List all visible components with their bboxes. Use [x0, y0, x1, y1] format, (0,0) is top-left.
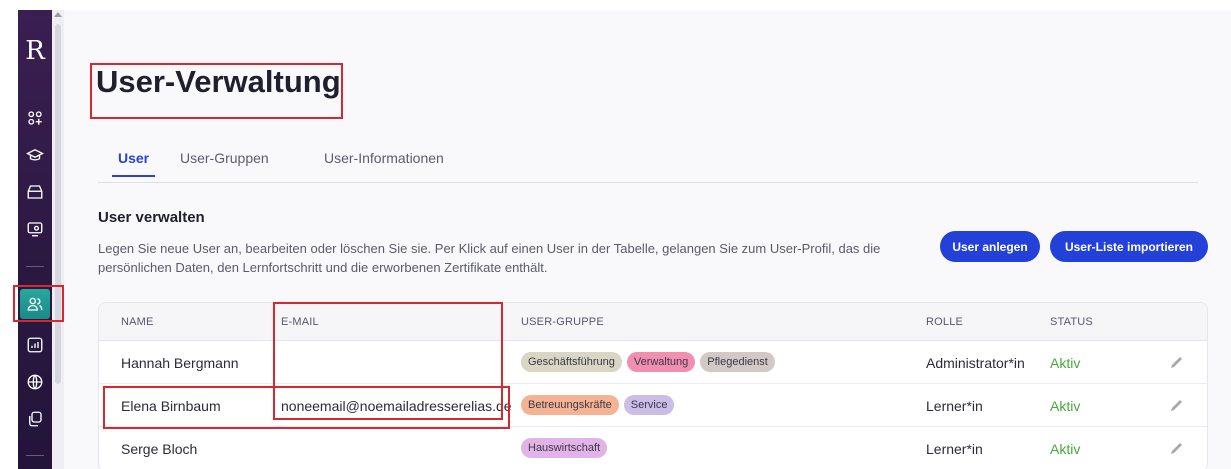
edit-pencil-icon[interactable]	[1169, 354, 1185, 370]
app-logo: R	[25, 36, 45, 66]
column-header-group[interactable]: USER-GRUPPE	[521, 316, 604, 328]
import-user-list-button[interactable]: User-Liste importieren	[1050, 231, 1208, 262]
archive-box-icon[interactable]	[23, 180, 47, 204]
user-status: Aktiv	[1050, 441, 1081, 457]
tab-user-groups[interactable]: User-Gruppen	[180, 150, 269, 176]
section-title: User verwalten	[98, 209, 205, 226]
edit-pencil-icon[interactable]	[1169, 440, 1185, 456]
apps-add-icon[interactable]	[23, 106, 47, 130]
monitor-user-icon[interactable]	[23, 217, 47, 241]
user-groups: Betreuungskräfte Service	[521, 395, 679, 415]
table-row[interactable]: Elena Birnbaum noneemail@noemailadresser…	[99, 384, 1207, 427]
group-tag: Geschäftsführung	[521, 352, 622, 372]
table-header: NAME E-MAIL USER-GRUPPE ROLLE STATUS	[99, 303, 1207, 341]
column-header-email[interactable]: E-MAIL	[281, 316, 319, 328]
tab-user[interactable]: User	[111, 150, 156, 177]
edit-pencil-icon[interactable]	[1169, 397, 1185, 413]
user-status: Aktiv	[1050, 398, 1081, 414]
user-name: Serge Bloch	[121, 441, 198, 457]
main-content: User-Verwaltung User User-Gruppen User-I…	[64, 10, 1231, 469]
column-header-status[interactable]: STATUS	[1050, 316, 1093, 328]
user-groups: Hauswirtschaft	[521, 438, 612, 458]
graduation-cap-icon[interactable]	[23, 143, 47, 167]
column-header-role[interactable]: ROLLE	[926, 316, 963, 328]
table-row[interactable]: Serge Bloch Hauswirtschaft Lerner*in Akt…	[99, 427, 1207, 469]
tab-user-information[interactable]: User-Informationen	[324, 150, 444, 176]
sidebar-divider	[26, 266, 44, 267]
copy-icon[interactable]	[23, 407, 47, 431]
globe-icon[interactable]	[23, 370, 47, 394]
user-role: Lerner*in	[926, 441, 983, 457]
section-description: Legen Sie neue User an, bearbeiten oder …	[98, 241, 881, 275]
scrollbar[interactable]	[52, 10, 64, 469]
create-user-button[interactable]: User anlegen	[940, 231, 1040, 262]
user-email: noneemail@noemailadresserelias.de	[281, 398, 512, 414]
column-header-name[interactable]: NAME	[121, 316, 154, 328]
sidebar: R	[18, 10, 52, 469]
group-tag: Betreuungskräfte	[521, 395, 619, 415]
page-title: User-Verwaltung	[96, 64, 341, 99]
users-icon[interactable]	[20, 289, 50, 319]
user-role: Lerner*in	[926, 398, 983, 414]
user-name: Hannah Bergmann	[121, 355, 239, 371]
user-groups: Geschäftsführung Verwaltung Pflegedienst	[521, 352, 780, 372]
group-tag: Pflegedienst	[700, 352, 775, 372]
scrollbar-thumb[interactable]	[55, 24, 61, 384]
group-tag: Service	[623, 395, 675, 415]
user-role: Administrator*in	[926, 355, 1025, 371]
table-row[interactable]: Hannah Bergmann Geschäftsführung Verwaltu…	[99, 341, 1207, 384]
report-chart-icon[interactable]	[23, 333, 47, 357]
group-tag: Hauswirtschaft	[521, 438, 608, 458]
scroll-up-icon[interactable]	[54, 12, 62, 17]
sidebar-divider	[26, 455, 44, 456]
user-name: Elena Birnbaum	[121, 398, 221, 414]
tab-bar: User User-Gruppen User-Informationen	[98, 150, 1198, 183]
group-tag: Verwaltung	[626, 352, 696, 372]
user-table: NAME E-MAIL USER-GRUPPE ROLLE STATUS Han…	[98, 302, 1208, 469]
user-status: Aktiv	[1050, 355, 1081, 371]
